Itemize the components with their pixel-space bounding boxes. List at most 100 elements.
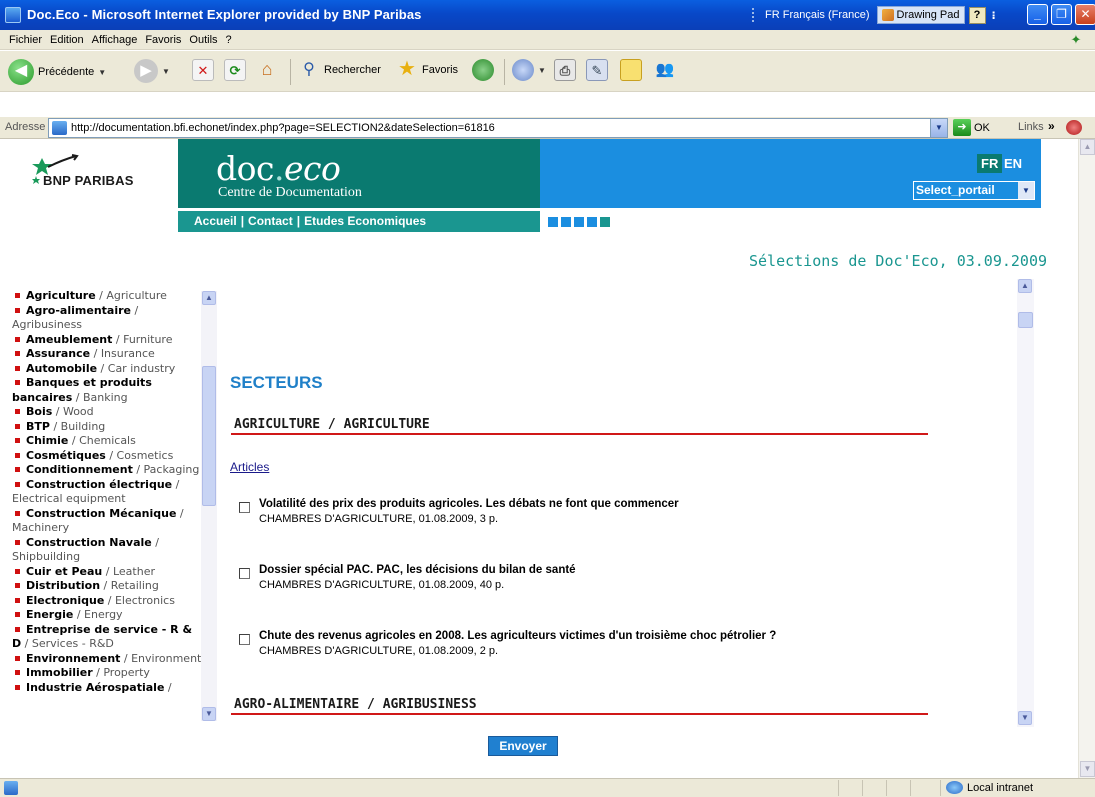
category-item[interactable]: Distribution / Retailing	[12, 579, 202, 594]
category-separator: /	[95, 289, 107, 302]
bullet-icon	[15, 423, 20, 429]
category-item[interactable]: Agriculture / Agriculture	[12, 289, 202, 304]
category-item[interactable]: Bois / Wood	[12, 405, 202, 420]
category-separator: /	[112, 332, 124, 346]
site-title-doc: doc	[216, 149, 274, 188]
links-label[interactable]: Links	[1018, 121, 1044, 133]
category-item[interactable]: Agro-alimentaire / Agribusiness	[12, 304, 202, 333]
category-item[interactable]: Ameublement / Furniture	[12, 333, 202, 348]
forward-button[interactable]: ▶ ▼	[134, 59, 170, 83]
lang-en-link[interactable]: EN	[1004, 156, 1022, 171]
scroll-up-icon[interactable]: ▲	[1018, 279, 1032, 293]
close-button[interactable]: ✕	[1075, 4, 1095, 25]
mail-button[interactable]: ▼	[512, 59, 546, 81]
category-item[interactable]: Cuir et Peau / Leather	[12, 565, 202, 580]
scroll-up-icon[interactable]: ▲	[1080, 139, 1095, 155]
print-button[interactable]: ⎙	[554, 59, 576, 81]
articles-link[interactable]: Articles	[230, 460, 269, 474]
category-item[interactable]: Conditionnement / Packaging	[12, 463, 202, 478]
portal-select[interactable]: Select_portail ▼	[913, 181, 1035, 200]
category-separator: /	[164, 680, 172, 694]
home-button[interactable]: ⌂	[256, 59, 278, 81]
category-item[interactable]: Entreprise de service - R & D / Services…	[12, 623, 202, 652]
help-icon[interactable]: ?	[968, 6, 986, 24]
language-indicator[interactable]: FR Français (France)	[762, 9, 873, 21]
scroll-thumb[interactable]	[1018, 312, 1033, 328]
printer-icon: ⎙	[554, 59, 576, 81]
search-button[interactable]: ⚲ Rechercher	[298, 59, 381, 81]
chevron-right-icon[interactable]: »	[1048, 119, 1055, 133]
history-button[interactable]	[472, 59, 494, 81]
edit-button[interactable]: ✎	[586, 59, 608, 81]
article-checkbox[interactable]	[239, 502, 250, 513]
scroll-down-icon[interactable]: ▼	[202, 707, 216, 721]
nav-etudes-economiques[interactable]: Etudes Economiques	[304, 214, 426, 228]
menu-fichier[interactable]: Fichier	[5, 34, 46, 46]
chevron-down-icon[interactable]: ▼	[1018, 182, 1034, 199]
menu-edition[interactable]: Edition	[46, 34, 88, 46]
main-scrollbar[interactable]: ▲ ▼	[1017, 279, 1034, 727]
nav-contact[interactable]: Contact	[248, 214, 293, 228]
category-item[interactable]: Chimie / Chemicals	[12, 434, 202, 449]
category-name-fr: Assurance	[26, 347, 91, 360]
stop-icon: ✕	[192, 59, 214, 81]
scroll-thumb[interactable]	[202, 366, 216, 506]
nav-accueil[interactable]: Accueil	[194, 214, 237, 228]
category-name-en: Cosmetics	[116, 448, 174, 462]
messenger-icon: 👥	[655, 61, 675, 78]
category-separator: /	[73, 608, 85, 621]
category-item[interactable]: Banques et produits bancaires / Banking	[12, 376, 202, 405]
notes-button[interactable]	[620, 59, 642, 81]
go-button[interactable]: ➜ OK	[953, 119, 990, 136]
category-item[interactable]: Construction électrique / Electrical equ…	[12, 478, 202, 507]
category-item[interactable]: Industrie Aérospatiale /	[12, 681, 202, 696]
chevron-down-icon[interactable]: ▼	[162, 67, 170, 76]
menu-help[interactable]: ?	[222, 34, 236, 46]
section-heading: SECTEURS	[230, 373, 323, 392]
security-zone[interactable]: Local intranet	[946, 781, 1033, 794]
address-url[interactable]: http://documentation.bfi.echonet/index.p…	[71, 122, 495, 134]
category-item[interactable]: Construction Mécanique / Machinery	[12, 507, 202, 536]
address-input[interactable]: http://documentation.bfi.echonet/index.p…	[48, 118, 948, 138]
menu-affichage[interactable]: Affichage	[88, 34, 142, 46]
chevron-down-icon[interactable]: ▼	[930, 119, 947, 137]
favorites-button[interactable]: ★ Favoris	[396, 59, 458, 81]
scroll-down-icon[interactable]: ▼	[1018, 711, 1032, 725]
drawing-pad-button[interactable]: Drawing Pad	[876, 6, 965, 24]
article-checkbox[interactable]	[239, 634, 250, 645]
back-button[interactable]: ◀ Précédente ▼	[8, 59, 106, 85]
category-scrollbar[interactable]: ▲ ▼	[201, 291, 217, 721]
bnp-logo[interactable]: BNP PARIBAS	[10, 139, 178, 229]
chevron-down-icon[interactable]: ▼	[538, 66, 546, 75]
category-item[interactable]: Construction Navale / Shipbuilding	[12, 536, 202, 565]
scroll-down-icon[interactable]: ▼	[1080, 761, 1095, 777]
maximize-button[interactable]: ❐	[1051, 4, 1072, 25]
lang-fr-link[interactable]: FR	[977, 154, 1003, 173]
stop-button[interactable]: ✕	[192, 59, 214, 81]
category-item[interactable]: Environnement / Environment	[12, 652, 202, 667]
minimize-button[interactable]: _	[1027, 4, 1048, 25]
category-separator: /	[52, 405, 63, 418]
chevron-down-icon[interactable]: ▼	[98, 68, 106, 77]
category-name-fr: Construction électrique	[26, 477, 173, 491]
site-title[interactable]: doc.eco	[216, 149, 341, 188]
category-item[interactable]: BTP / Building	[12, 420, 202, 435]
options-icon[interactable]: ⁝	[990, 9, 998, 22]
category-item[interactable]: Cosmétiques / Cosmetics	[12, 449, 202, 464]
scroll-up-icon[interactable]: ▲	[202, 291, 216, 305]
extension-icon[interactable]	[1066, 120, 1082, 135]
category-item[interactable]: Immobilier / Property	[12, 666, 202, 681]
send-button[interactable]: Envoyer	[488, 736, 558, 756]
category-item[interactable]: Energie / Energy	[12, 608, 202, 623]
bullet-icon	[15, 365, 20, 371]
menu-outils[interactable]: Outils	[185, 34, 221, 46]
category-item[interactable]: Electronique / Electronics	[12, 594, 202, 609]
article-checkbox[interactable]	[239, 568, 250, 579]
page-scrollbar[interactable]: ▲ ▼	[1078, 139, 1095, 778]
messenger-button[interactable]: 👥	[654, 59, 676, 81]
category-item[interactable]: Automobile / Car industry	[12, 362, 202, 377]
category-name-fr: Industrie Aérospatiale	[26, 680, 165, 694]
refresh-button[interactable]: ⟳	[224, 59, 246, 81]
category-item[interactable]: Assurance / Insurance	[12, 347, 202, 362]
menu-favoris[interactable]: Favoris	[141, 34, 185, 46]
